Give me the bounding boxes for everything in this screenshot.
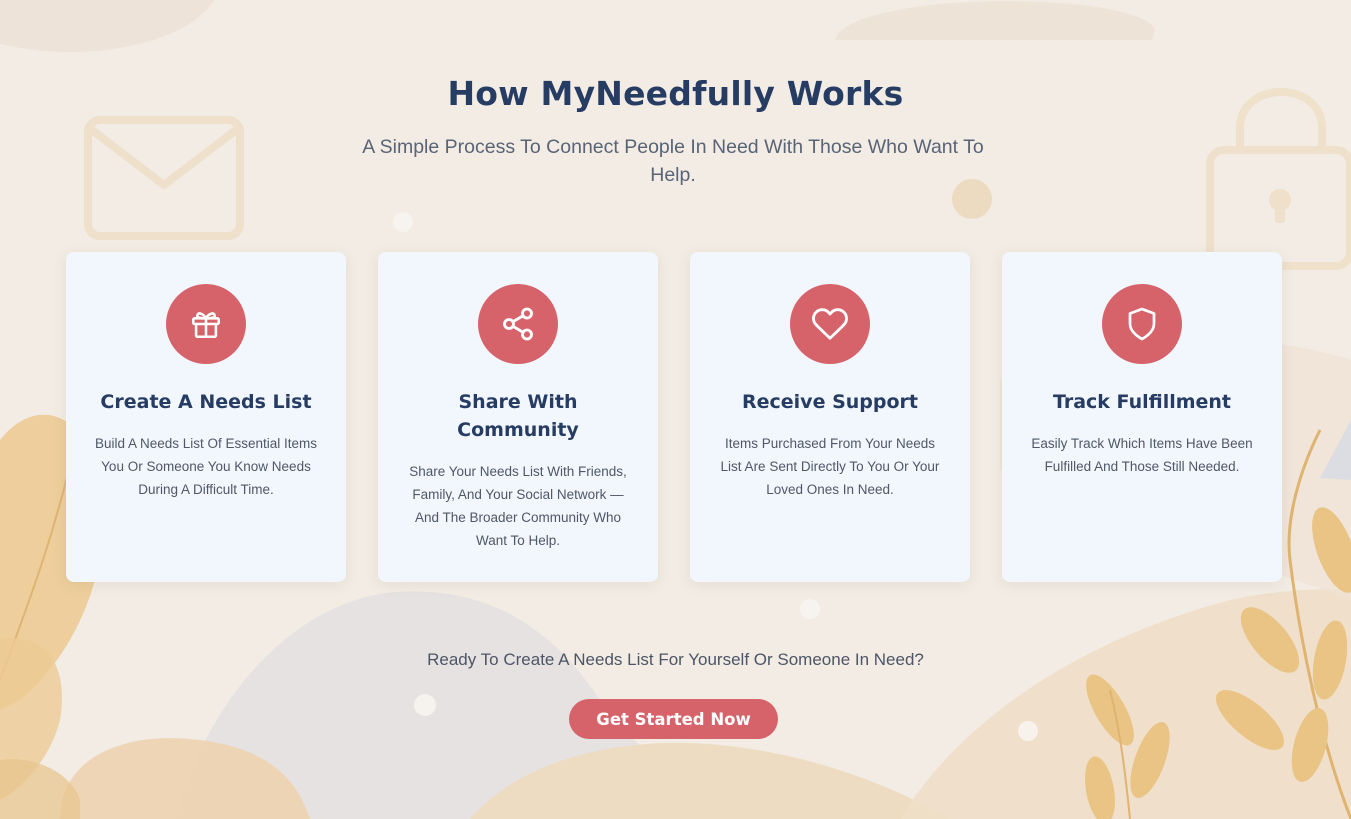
step-card-create-list: Create A Needs List Build A Needs List O… [66,252,346,582]
step-title: Track Fulfillment [1052,391,1232,413]
step-title: Create A Needs List [100,391,312,413]
step-card-track: Track Fulfillment Easily Track Which Ite… [1002,252,1282,582]
section-title: How MyNeedfully Works [447,74,904,113]
step-description: Easily Track Which Items Have Been Fulfi… [1031,436,1253,474]
shield-icon [1102,284,1182,364]
cta-prompt: Ready To Create A Needs List For Yoursel… [427,650,924,669]
step-title: Share With Community [457,391,579,441]
get-started-button[interactable]: Get Started Now [569,699,778,739]
step-description: Build A Needs List Of Essential Items Yo… [94,436,318,497]
gift-icon [166,284,246,364]
section-subtitle: A Simple Process To Connect People In Ne… [362,136,984,186]
step-description: Share Your Needs List With Friends, Fami… [409,464,627,548]
step-description: Items Purchased From Your Needs List Are… [720,436,940,497]
heart-icon [790,284,870,364]
step-card-share: Share With Community Share Your Needs Li… [378,252,658,582]
share-icon [478,284,558,364]
step-title: Receive Support [742,391,918,413]
step-card-support: Receive Support Items Purchased From You… [690,252,970,582]
